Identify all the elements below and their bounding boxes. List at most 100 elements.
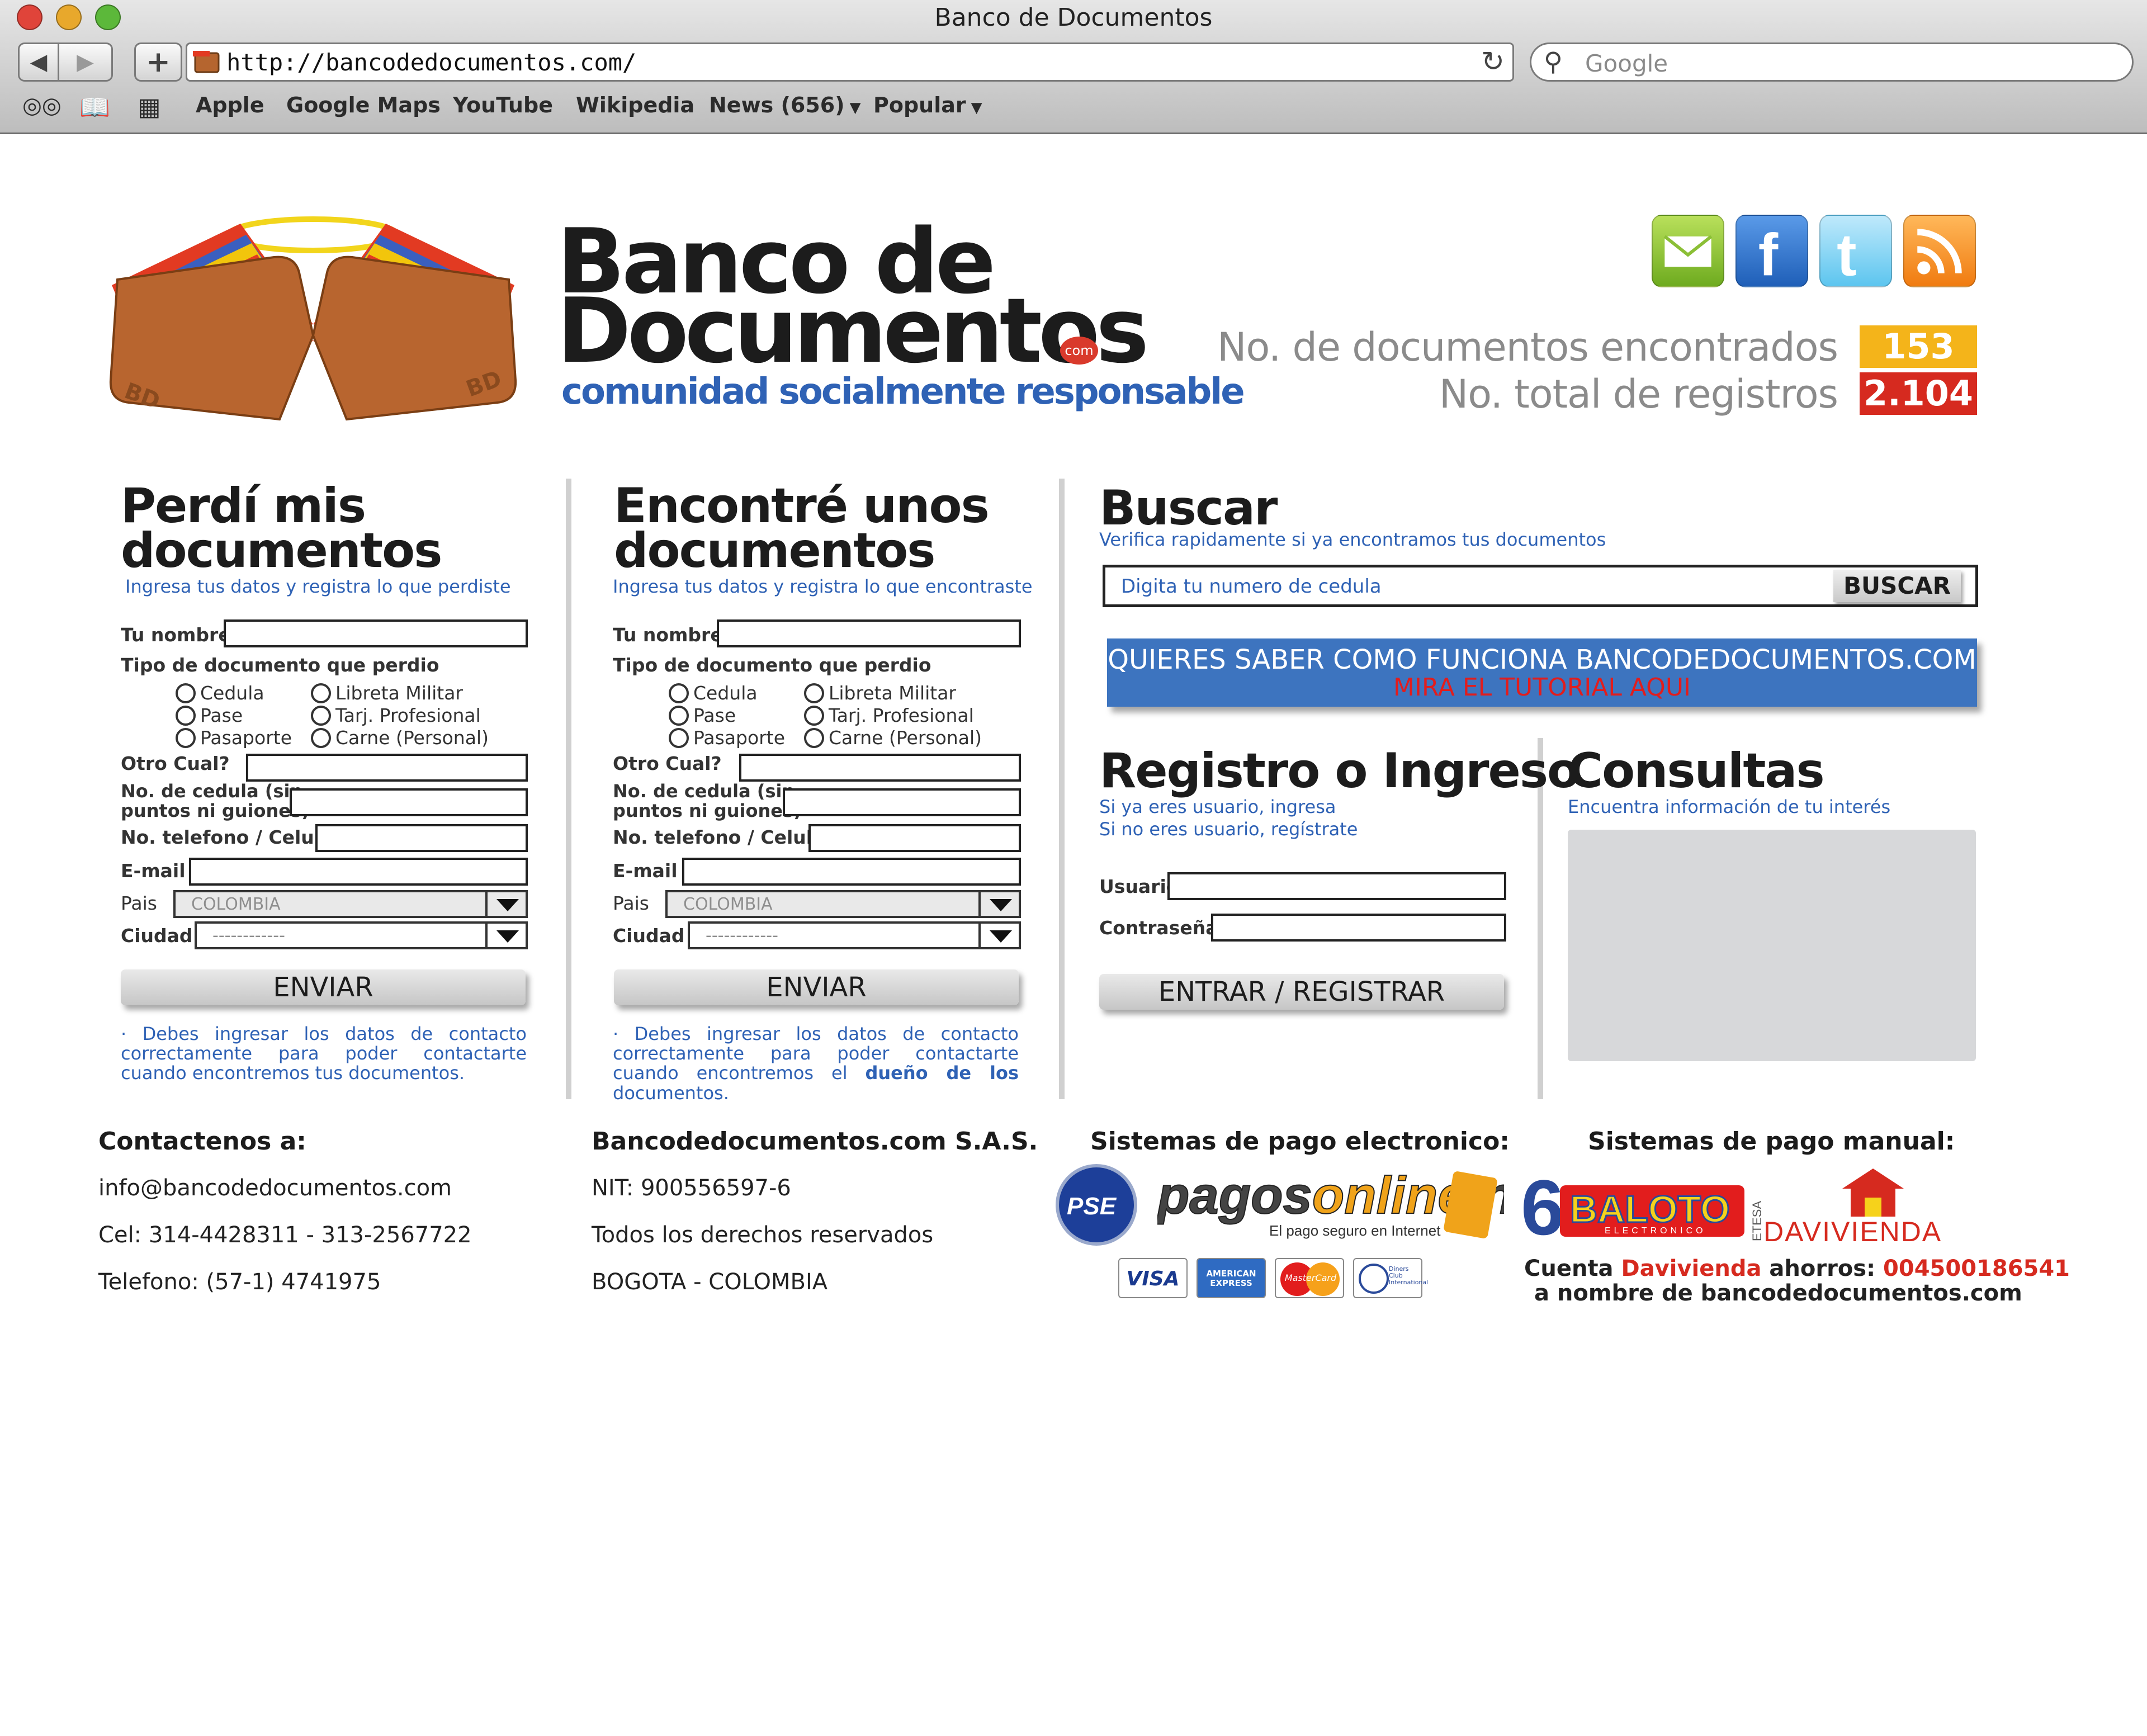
cedula-search-field[interactable]: Digita tu numero de cedula BUSCAR xyxy=(1103,565,1978,607)
radio-pasaporte[interactable] xyxy=(176,728,196,748)
contact-email[interactable]: info@bancodedocumentos.com xyxy=(98,1175,452,1201)
radio-tarjeta-profesional[interactable] xyxy=(311,706,331,726)
other-field[interactable] xyxy=(246,754,528,782)
phone-field[interactable] xyxy=(808,824,1021,852)
radio-pase[interactable] xyxy=(176,706,196,726)
city-label: Ciudad xyxy=(121,925,193,947)
radio-pase[interactable] xyxy=(669,706,689,726)
radio-libreta-militar[interactable] xyxy=(311,683,331,703)
mail-icon[interactable] xyxy=(1652,215,1724,287)
wallet-with-halo-logo-icon[interactable]: BD BD xyxy=(106,212,520,436)
radio-cedula[interactable] xyxy=(176,683,196,703)
radio-cedula[interactable] xyxy=(669,683,689,703)
bookmark-apple[interactable]: Apple xyxy=(196,93,264,117)
bank-account-prefix: Cuenta xyxy=(1524,1256,1621,1281)
password-field[interactable] xyxy=(1211,914,1506,942)
email-field[interactable] xyxy=(682,858,1021,886)
browser-search-field[interactable]: ⚲ Google xyxy=(1530,42,2134,82)
bookmark-popular[interactable]: Popular ▼ xyxy=(873,93,982,117)
baloto-six: 6 xyxy=(1521,1169,1564,1247)
pagosonline-logo[interactable]: pagosonline.net El pago seguro en Intern… xyxy=(1157,1169,1504,1247)
tutorial-link[interactable]: MIRA EL TUTORIAL AQUI xyxy=(1107,673,1977,702)
reading-glasses-icon[interactable]: ◎◎ xyxy=(22,93,62,119)
bookmark-youtube[interactable]: YouTube xyxy=(453,93,553,117)
contact-heading: Contactenos a: xyxy=(98,1127,306,1156)
bookmark-wikipedia[interactable]: Wikipedia xyxy=(576,93,694,117)
radio-pasaporte[interactable] xyxy=(669,728,689,748)
forward-arrow-icon: ▶ xyxy=(77,49,94,75)
stat-label-found: No. de documentos encontrados xyxy=(1217,324,1838,370)
radio-pase-label: Pase xyxy=(200,704,243,726)
city-select-value: ------------ xyxy=(706,926,778,945)
cedula-label-line1: No. de cedula (sin xyxy=(121,781,303,802)
grid-icon[interactable]: ▦ xyxy=(138,93,161,121)
company-heading: Bancodedocumentos.com S.A.S. xyxy=(592,1127,1038,1156)
city-select[interactable]: ------------ xyxy=(688,921,1021,949)
mastercard-logo-text: MasterCard xyxy=(1284,1273,1337,1283)
login-title: Registro o Ingreso xyxy=(1099,743,1580,799)
bookmark-news[interactable]: News (656) ▼ xyxy=(709,93,861,117)
bank-name: Davivienda xyxy=(1621,1256,1762,1281)
company-rights: Todos los derechos reservados xyxy=(592,1222,934,1248)
company-city: BOGOTA - COLOMBIA xyxy=(592,1269,828,1295)
other-field[interactable] xyxy=(739,754,1021,782)
baloto-logo[interactable]: 6 BALOTO ELECTRONICO ETESA xyxy=(1521,1169,1767,1247)
reload-icon[interactable]: ↻ xyxy=(1481,45,1505,78)
country-select[interactable]: COLOMBIA xyxy=(173,890,528,918)
cedula-field[interactable] xyxy=(783,788,1021,816)
bank-account-number: 004500186541 xyxy=(1883,1256,2070,1281)
back-button[interactable]: ◀ xyxy=(18,42,59,82)
radio-libreta-militar[interactable] xyxy=(804,683,824,703)
name-field[interactable] xyxy=(224,619,528,647)
address-bar[interactable]: http://bancodedocumentos.com/ ↻ xyxy=(186,42,1514,82)
chevron-down-icon xyxy=(485,892,526,916)
phone-field[interactable] xyxy=(315,824,528,852)
forward-button[interactable]: ▶ xyxy=(59,42,113,82)
browser-chrome: Banco de Documentos ◀ ▶ + http://bancode… xyxy=(0,0,2147,134)
cedula-label: No. de cedula (sin puntos ni guiones) xyxy=(121,781,310,821)
mastercard-logo: MasterCard xyxy=(1275,1258,1344,1298)
diners-logo-circle xyxy=(1359,1264,1389,1294)
search-placeholder: Google xyxy=(1585,50,1668,77)
other-label: Otro Cual? xyxy=(613,753,722,774)
pse-logo[interactable]: PSE xyxy=(1054,1163,1138,1247)
radio-carne[interactable] xyxy=(804,728,824,748)
lost-subtitle: Ingresa tus datos y registra lo que perd… xyxy=(125,576,511,597)
bookmark-news-label: News (656) xyxy=(709,93,845,117)
chevron-down-icon xyxy=(978,924,1019,947)
email-label: E-mail xyxy=(613,860,678,882)
country-select[interactable]: COLOMBIA xyxy=(665,890,1021,918)
pse-logo-text: PSE xyxy=(1067,1193,1117,1220)
found-note-end: documentos. xyxy=(613,1082,729,1104)
radio-cedula-label: Cedula xyxy=(200,682,264,704)
login-subtitle-1: Si ya eres usuario, ingresa xyxy=(1099,796,1336,817)
diners-logo-text: Diners Club International xyxy=(1389,1265,1429,1286)
davivienda-logo[interactable]: DAVIVIENDA xyxy=(1761,1169,1968,1247)
email-label: E-mail xyxy=(121,860,186,882)
radio-libreta-militar-label: Libreta Militar xyxy=(335,682,464,704)
amex-logo-text: AMERICAN EXPRESS xyxy=(1206,1269,1256,1288)
name-field[interactable] xyxy=(717,619,1021,647)
rss-icon[interactable] xyxy=(1903,215,1976,287)
radio-carne[interactable] xyxy=(311,728,331,748)
email-field[interactable] xyxy=(189,858,528,886)
add-bookmark-button[interactable]: + xyxy=(134,42,182,82)
login-register-button[interactable]: ENTRAR / REGISTRAR xyxy=(1099,974,1504,1010)
bookmark-google-maps[interactable]: Google Maps xyxy=(286,93,441,117)
city-select-value: ------------ xyxy=(212,926,285,945)
twitter-icon[interactable]: t xyxy=(1819,215,1892,287)
american-express-logo: AMERICAN EXPRESS xyxy=(1197,1258,1266,1298)
cedula-label-line1: No. de cedula (sin xyxy=(613,781,795,802)
cedula-field[interactable] xyxy=(290,788,528,816)
found-submit-button[interactable]: ENVIAR xyxy=(614,969,1019,1005)
country-select-value: COLOMBIA xyxy=(683,895,773,914)
city-select[interactable]: ------------ xyxy=(195,921,528,949)
lost-submit-button[interactable]: ENVIAR xyxy=(121,969,526,1005)
facebook-icon[interactable]: f xyxy=(1735,215,1808,287)
radio-tarjeta-profesional[interactable] xyxy=(804,706,824,726)
magnifier-icon: ⚲ xyxy=(1544,46,1563,77)
tutorial-banner[interactable]: QUIERES SABER COMO FUNCIONA BANCODEDOCUM… xyxy=(1107,638,1977,707)
book-icon[interactable]: 📖 xyxy=(79,93,110,122)
search-button[interactable]: BUSCAR xyxy=(1833,570,1961,602)
username-field[interactable] xyxy=(1167,872,1506,900)
